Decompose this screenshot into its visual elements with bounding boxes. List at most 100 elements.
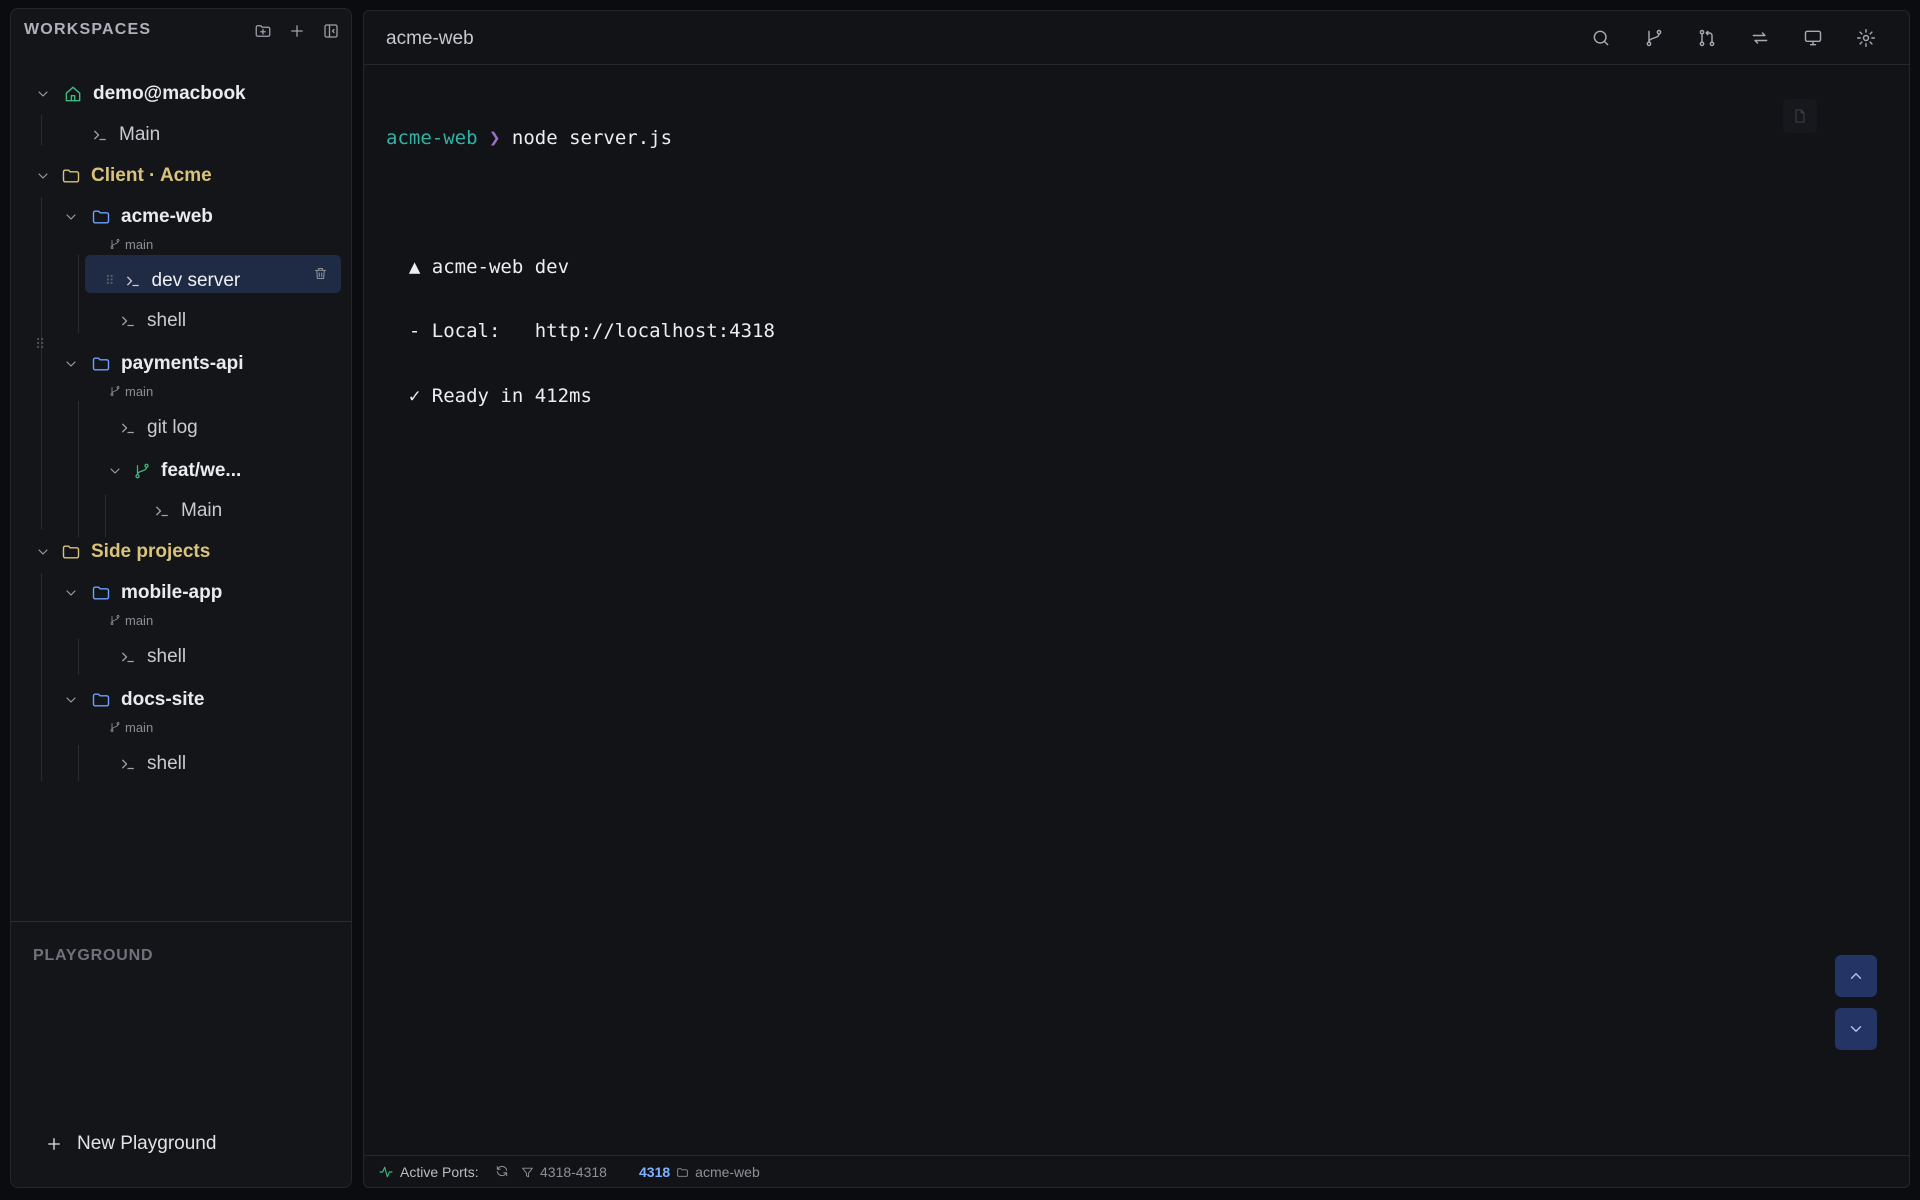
session-item-shell[interactable]: shell [119, 306, 186, 336]
chevron-down-icon[interactable] [63, 356, 79, 372]
tree-group-client-acme[interactable]: Client · Acme [35, 161, 212, 191]
chevron-down-icon[interactable] [63, 209, 79, 225]
branch-label: main [125, 236, 154, 252]
session-item-git-log[interactable]: git log [119, 413, 198, 443]
add-workspace-button[interactable] [285, 19, 309, 43]
terminal-output[interactable]: acme-web ❯ node server.js ▲ acme-web dev… [386, 85, 775, 450]
repo-item-acme-web[interactable]: acme-web [63, 202, 213, 232]
terminal-prompt-line: acme-web ❯ node server.js [386, 127, 775, 150]
port-filter[interactable]: 4318-4318 [521, 1164, 607, 1180]
session-item-shell[interactable]: shell [119, 749, 186, 779]
repo-branch: main [109, 236, 153, 252]
terminal-line: ▲ acme-web dev [386, 255, 570, 278]
copy-output-button[interactable] [1783, 99, 1817, 133]
session-label: dev server [151, 270, 241, 291]
repo-label: mobile-app [121, 582, 223, 603]
collapse-sidebar-button[interactable] [319, 19, 343, 43]
group-label: Side projects [91, 541, 211, 562]
terminal-line: ✓ Ready in 412ms [386, 384, 592, 407]
repo-label: docs-site [121, 689, 205, 710]
plus-icon [48, 1138, 60, 1150]
sync-button[interactable] [1747, 25, 1773, 51]
tree-guide [78, 639, 79, 675]
folder-icon [677, 1167, 688, 1177]
sidebar: WORKSPACES ⠿ demo@macbook Main Client · … [10, 8, 352, 1188]
tree-guide [105, 495, 106, 537]
branches-button[interactable] [1641, 25, 1667, 51]
delete-session-button[interactable] [309, 262, 331, 284]
monitor-icon [1804, 30, 1822, 46]
terminal-icon [122, 316, 134, 327]
settings-button[interactable] [1853, 25, 1879, 51]
pull-request-button[interactable] [1694, 25, 1720, 51]
git-pull-request-icon [1699, 29, 1715, 47]
tree-guide [41, 197, 42, 529]
port-entry[interactable]: 4318 acme-web [639, 1164, 760, 1180]
session-item-shell[interactable]: shell [119, 642, 186, 672]
chevron-down-icon[interactable] [35, 168, 51, 184]
session-label: shell [147, 646, 187, 667]
search-icon [1593, 30, 1609, 46]
terminal-icon [94, 130, 106, 141]
terminal-line: - Local: http://localhost:4318 [386, 320, 775, 342]
prompt-directory: acme-web [386, 127, 478, 149]
repo-branch: main [109, 719, 153, 735]
drag-handle-icon[interactable]: ⠿ [35, 336, 45, 353]
session-item-main[interactable]: Main [153, 496, 222, 526]
folder-icon [62, 545, 80, 559]
group-label: Client · Acme [91, 165, 212, 186]
new-playground-label: New Playground [77, 1133, 217, 1154]
top-bar: acme-web [364, 11, 1909, 65]
repo-label: acme-web [121, 206, 213, 227]
tree-guide [41, 573, 42, 781]
git-branch-icon [135, 463, 149, 479]
repo-item-docs-site[interactable]: docs-site [63, 685, 204, 715]
chevron-down-icon[interactable] [35, 86, 51, 102]
repo-item-payments-api[interactable]: payments-api [63, 349, 243, 379]
branch-label: main [125, 383, 154, 399]
chevron-down-icon[interactable] [35, 544, 51, 560]
plus-icon [291, 25, 303, 37]
chevron-down-icon[interactable] [107, 463, 123, 479]
tree-group-side-projects[interactable]: Side projects [35, 537, 210, 567]
session-label: Main [119, 124, 161, 145]
new-folder-button[interactable] [251, 19, 275, 43]
session-item-dev-server[interactable]: ⠿ dev server [105, 266, 240, 296]
terminal-icon [156, 506, 168, 517]
port-range: 4318-4318 [540, 1164, 607, 1180]
chevron-down-icon[interactable] [63, 585, 79, 601]
folder-icon [92, 357, 110, 371]
repo-branch: main [109, 383, 153, 399]
tree-guide [78, 255, 79, 333]
session-item-main[interactable]: Main [91, 120, 160, 150]
chevron-down-icon[interactable] [63, 692, 79, 708]
branch-label: main [125, 719, 154, 735]
tree-guide [41, 115, 42, 145]
toolbar [1588, 25, 1879, 51]
repo-label: payments-api [121, 353, 244, 374]
trash-icon [314, 267, 326, 279]
tree-item-root[interactable]: demo@macbook [35, 79, 246, 109]
branch-label: main [125, 612, 154, 628]
worktree-label: feat/we... [161, 460, 242, 481]
folder-plus-icon [255, 25, 271, 37]
worktree-item[interactable]: feat/we... [107, 456, 241, 486]
repo-branch: main [109, 612, 153, 628]
folder-icon [92, 586, 110, 600]
active-ports-indicator: Active Ports: [378, 1164, 479, 1180]
scroll-up-button[interactable] [1835, 955, 1877, 997]
folder-icon [92, 210, 110, 224]
terminal-icon [122, 423, 134, 434]
activity-icon [379, 1166, 393, 1178]
repo-item-mobile-app[interactable]: mobile-app [63, 578, 222, 608]
display-button[interactable] [1800, 25, 1826, 51]
search-button[interactable] [1588, 25, 1614, 51]
new-playground-button[interactable]: New Playground [45, 1133, 216, 1155]
scroll-down-button[interactable] [1835, 1008, 1877, 1050]
drag-grip-icon[interactable]: ⠿ [105, 273, 115, 289]
prompt-command: node server.js [511, 127, 673, 149]
terminal-icon [122, 759, 134, 770]
home-icon [65, 86, 81, 102]
refresh-ports-button[interactable] [495, 1164, 509, 1178]
